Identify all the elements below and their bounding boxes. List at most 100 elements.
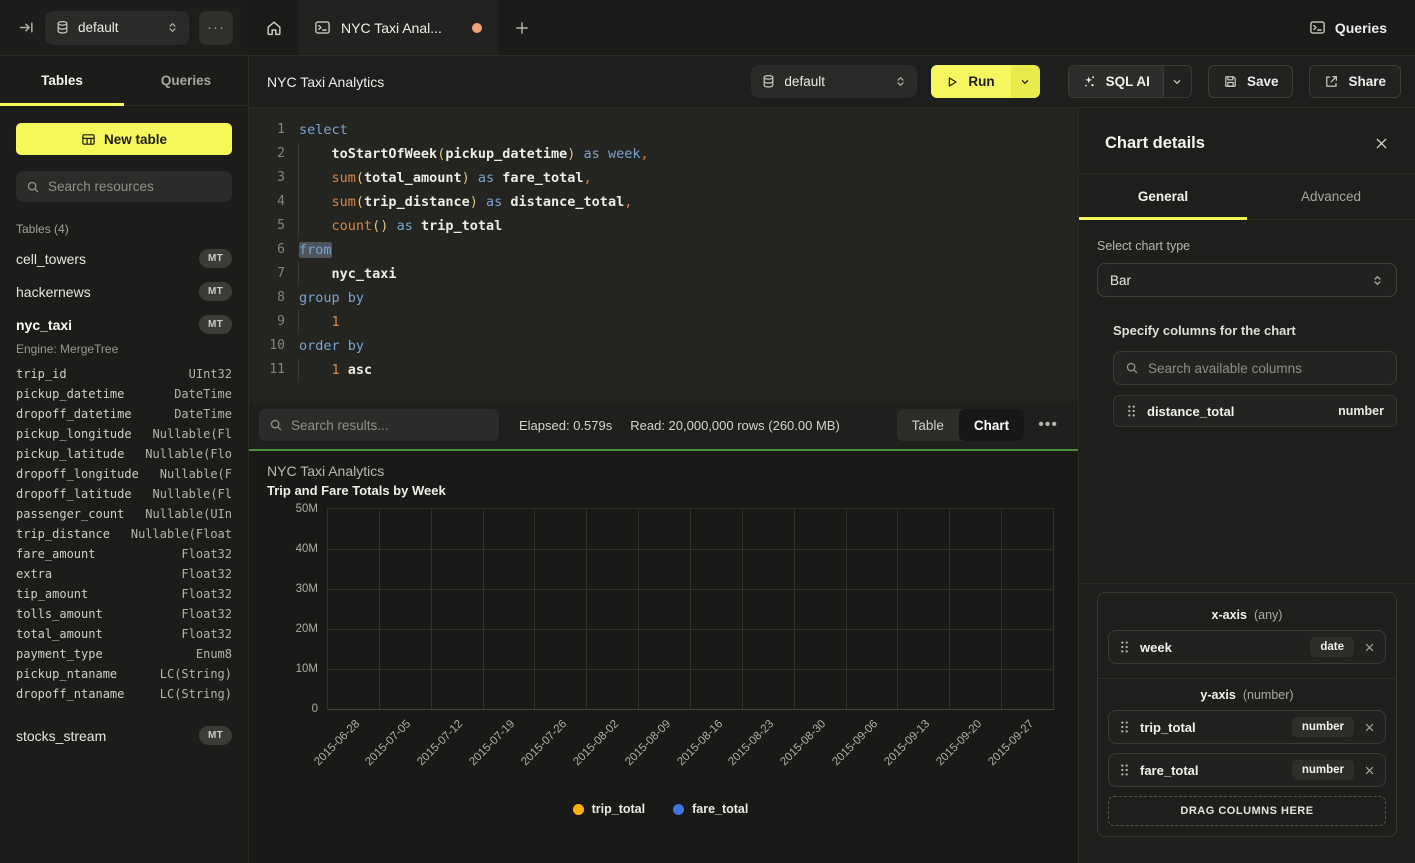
schema-column-name: pickup_longitude bbox=[16, 427, 132, 441]
schema-column-row: pickup_latitudeNullable(Flo bbox=[16, 444, 232, 464]
results-search-input[interactable] bbox=[291, 418, 489, 433]
schema-column-type: Nullable(Float bbox=[131, 527, 232, 541]
tab-advanced[interactable]: Advanced bbox=[1247, 174, 1415, 219]
y-axis-tick-label: 0 bbox=[312, 703, 318, 715]
drag-handle-icon bbox=[1119, 720, 1130, 734]
share-button[interactable]: Share bbox=[1309, 65, 1401, 98]
x-axis-item-week[interactable]: week date bbox=[1108, 630, 1386, 664]
y-axis-item-trip-total[interactable]: trip_total number bbox=[1108, 710, 1386, 744]
indent-guide bbox=[298, 142, 299, 166]
schema-column-type: Float32 bbox=[181, 547, 232, 561]
results-search[interactable] bbox=[259, 409, 499, 441]
sidebar-tab-queries-label: Queries bbox=[161, 73, 211, 88]
code-text: select bbox=[285, 118, 348, 142]
available-column-distance-total[interactable]: distance_total number bbox=[1113, 395, 1397, 427]
save-button[interactable]: Save bbox=[1208, 65, 1294, 98]
legend-item-trip_total[interactable]: trip_total bbox=[573, 802, 645, 816]
code-line: 5 count() as trip_total bbox=[249, 214, 1078, 238]
table-row-cell-towers[interactable]: cell_towers MT bbox=[16, 242, 232, 275]
sidebar-tab-queries[interactable]: Queries bbox=[124, 56, 248, 105]
results-more-options-button[interactable]: ••• bbox=[1038, 416, 1058, 434]
queries-link[interactable]: Queries bbox=[1309, 19, 1387, 36]
sidebar-search-input[interactable] bbox=[48, 179, 222, 194]
query-toolbar: NYC Taxi Analytics default bbox=[249, 56, 1415, 108]
bar-chart-plot: 010M20M30M40M50M2015-06-282015-07-052015… bbox=[327, 508, 1054, 710]
ellipsis-icon: ••• bbox=[1038, 416, 1058, 433]
new-table-button[interactable]: New table bbox=[16, 123, 232, 155]
table-engine-label: Engine: MergeTree bbox=[16, 342, 232, 356]
table-row-nyc-taxi[interactable]: nyc_taxi MT bbox=[16, 308, 232, 341]
table-name: stocks_stream bbox=[16, 728, 106, 744]
collapse-sidebar-button[interactable] bbox=[18, 19, 35, 36]
sql-console-app: default ··· NYC Taxi Anal... bbox=[0, 0, 1415, 863]
chart-type-selector[interactable]: Bar bbox=[1097, 263, 1397, 297]
top-bar-right: Queries bbox=[1309, 0, 1415, 55]
schema-column-name: extra bbox=[16, 567, 52, 581]
x-axis-tick-label: 2015-06-28 bbox=[312, 718, 362, 768]
remove-column-button[interactable] bbox=[1364, 642, 1375, 653]
schema-column-type: DateTime bbox=[174, 387, 232, 401]
code-line: 2 toStartOfWeek(pickup_datetime) as week… bbox=[249, 142, 1078, 166]
sql-ai-button[interactable]: SQL AI bbox=[1069, 66, 1163, 97]
sql-ai-button-group: SQL AI bbox=[1068, 65, 1192, 98]
columns-search-input[interactable] bbox=[1148, 361, 1385, 376]
run-button[interactable]: Run bbox=[931, 65, 1010, 98]
y-axis-tick-label: 50M bbox=[296, 503, 318, 515]
table-row-stocks-stream[interactable]: stocks_stream MT bbox=[16, 719, 232, 752]
code-text: 1 bbox=[285, 310, 340, 334]
sidebar-search[interactable] bbox=[16, 171, 232, 202]
sidebar-more-options-button[interactable]: ··· bbox=[199, 11, 233, 45]
chevrons-up-down-icon bbox=[166, 21, 179, 34]
remove-column-button[interactable] bbox=[1364, 765, 1375, 776]
database-selector-top[interactable]: default bbox=[45, 11, 189, 45]
chart-category-cell: 2015-06-28 bbox=[328, 509, 380, 709]
indent-guide bbox=[298, 310, 299, 334]
x-axis-tick-label: 2015-07-12 bbox=[416, 718, 466, 768]
indent-guide bbox=[298, 166, 299, 190]
code-line: 6from bbox=[249, 238, 1078, 262]
view-toggle-table[interactable]: Table bbox=[897, 409, 959, 441]
close-icon bbox=[1364, 765, 1375, 776]
chart-title: NYC Taxi Analytics bbox=[267, 463, 1054, 479]
x-axis-tick-label: 2015-08-16 bbox=[675, 718, 725, 768]
database-icon bbox=[761, 74, 776, 89]
chart-category-cell: 2015-07-12 bbox=[432, 509, 484, 709]
new-tab-button[interactable] bbox=[498, 0, 546, 55]
home-button[interactable] bbox=[249, 0, 298, 55]
save-button-label: Save bbox=[1247, 74, 1279, 89]
code-text: toStartOfWeek(pickup_datetime) as week, bbox=[285, 142, 649, 166]
schema-column-row: trip_distance Nullable(Float bbox=[16, 524, 232, 544]
sidebar-tab-tables[interactable]: Tables bbox=[0, 56, 124, 105]
schema-column-row: dropoff_ntanameLC(String) bbox=[16, 684, 232, 704]
code-text: count() as trip_total bbox=[285, 214, 502, 238]
close-panel-button[interactable] bbox=[1374, 136, 1389, 151]
tab-nyc-taxi-analytics[interactable]: NYC Taxi Anal... bbox=[298, 0, 498, 55]
schema-column-type: Nullable(Flo bbox=[145, 447, 232, 461]
legend-item-fare_total[interactable]: fare_total bbox=[673, 802, 748, 816]
sql-ai-options-button[interactable] bbox=[1163, 66, 1191, 97]
x-axis-label: x-axis bbox=[1212, 608, 1247, 622]
sql-editor[interactable]: 1 select2 toStartOfWeek(pickup_datetime) … bbox=[249, 108, 1078, 401]
drop-zone[interactable]: DRAG COLUMNS HERE bbox=[1108, 796, 1386, 826]
toolbar-actions: default Run bbox=[751, 65, 1401, 98]
engine-badge: MT bbox=[199, 726, 232, 745]
main-area: NYC Taxi Analytics default bbox=[249, 56, 1415, 863]
view-toggle-chart[interactable]: Chart bbox=[959, 409, 1024, 441]
y-axis-hint: (number) bbox=[1243, 688, 1294, 702]
share-icon bbox=[1324, 74, 1339, 89]
remove-column-button[interactable] bbox=[1364, 722, 1375, 733]
schema-column-name: trip_distance bbox=[16, 527, 110, 541]
chart-details-body: Select chart type Bar Specify columns fo… bbox=[1079, 220, 1415, 863]
tables-section-label: Tables (4) bbox=[16, 222, 232, 236]
schema-column-type: Float32 bbox=[181, 627, 232, 641]
line-number: 3 bbox=[249, 166, 285, 190]
code-line: 4 sum(trip_distance) as distance_total, bbox=[249, 190, 1078, 214]
line-number: 9 bbox=[249, 310, 285, 334]
table-row-hackernews[interactable]: hackernews MT bbox=[16, 275, 232, 308]
run-options-button[interactable] bbox=[1011, 65, 1040, 98]
database-selector-toolbar[interactable]: default bbox=[751, 65, 917, 98]
y-axis-item-fare-total[interactable]: fare_total number bbox=[1108, 753, 1386, 787]
tab-general[interactable]: General bbox=[1079, 174, 1247, 219]
schema-column-row: pickup_datetimeDateTime bbox=[16, 384, 232, 404]
columns-search[interactable] bbox=[1113, 351, 1397, 385]
